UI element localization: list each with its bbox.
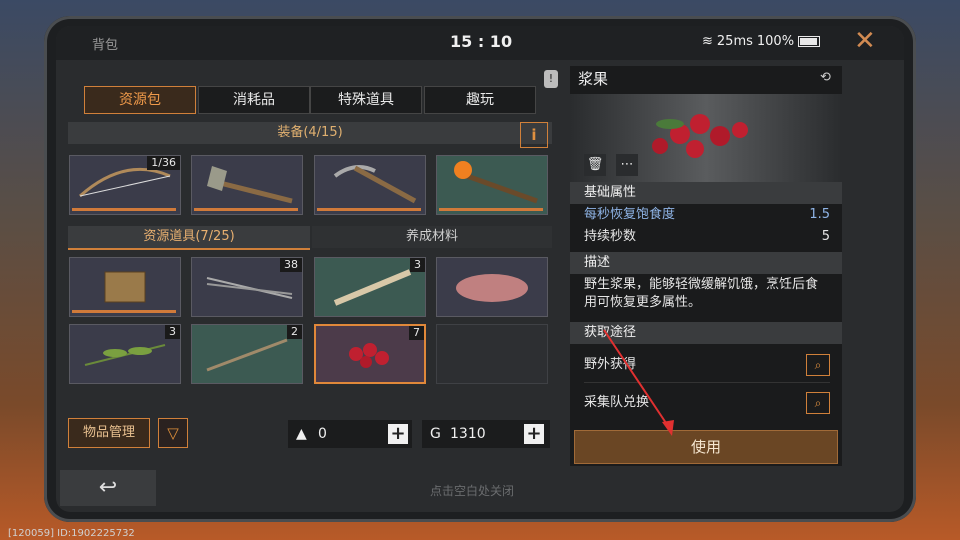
share-icon[interactable]: ⟲ — [820, 70, 831, 85]
item-count: 2 — [287, 325, 302, 339]
footer-id: [120059] ID:1902225732 — [8, 528, 135, 539]
slot-berries[interactable]: 7 — [314, 324, 426, 384]
slot-empty[interactable] — [436, 324, 548, 384]
ping-text: 25ms — [716, 34, 753, 49]
lock-icon[interactable]: ! — [544, 70, 558, 88]
torch-icon — [454, 161, 538, 204]
slot-bow[interactable]: 1/36 — [69, 155, 181, 215]
attribute-row: 持续秒数 5 — [584, 226, 830, 248]
durability-bar — [439, 208, 543, 211]
subtab-materials[interactable]: 养成材料 — [312, 226, 552, 248]
currency-1: ▲ 0 + — [288, 420, 412, 448]
subtab-resource-items[interactable]: 资源道具(7/25) — [68, 226, 310, 250]
more-icon[interactable]: ⋯ — [616, 154, 638, 176]
item-count: 7 — [409, 326, 424, 340]
search-source-icon[interactable]: ⌕ — [806, 354, 830, 376]
attr1-label: 每秒恢复饱食度 — [584, 207, 676, 222]
slot-branch[interactable]: 2 — [191, 324, 303, 384]
status-indicators: ≋ 25ms 100% — [702, 34, 821, 49]
tab-resources[interactable]: 资源包 — [84, 86, 196, 114]
slot-torch[interactable] — [436, 155, 548, 215]
slot-meat[interactable] — [436, 257, 548, 317]
item-title: 浆果 — [578, 70, 609, 88]
item-count: 3 — [165, 325, 180, 339]
status-bar: 背包 15 : 10 ≋ 25ms 100% ✕ — [56, 26, 904, 60]
screen-title: 背包 — [92, 38, 119, 53]
item-image — [570, 94, 842, 182]
attribute-row: 每秒恢复饱食度 1.5 — [584, 204, 830, 226]
bone-icon — [333, 269, 412, 306]
search-source-icon[interactable]: ⌕ — [806, 392, 830, 414]
pickaxe-icon — [333, 165, 417, 204]
coin-icon: G — [430, 426, 441, 442]
clock: 15 : 10 — [450, 32, 513, 51]
durability-bar — [194, 208, 298, 211]
item-count: 3 — [410, 258, 425, 272]
add-currency-2-button[interactable]: + — [524, 424, 544, 444]
attr2-value: 5 — [821, 229, 830, 244]
description-header: 描述 — [570, 252, 842, 274]
equipment-header: 装备(4/15) — [68, 122, 552, 144]
filter-icon[interactable]: ▽ — [158, 418, 188, 448]
axe-icon — [207, 166, 293, 204]
leaves-icon — [84, 344, 166, 366]
battery-icon — [798, 36, 821, 47]
item-count: 1/36 — [147, 156, 180, 170]
battery-text: 100% — [756, 34, 795, 49]
slot-arrows[interactable]: 38 — [191, 257, 303, 317]
inventory-screen: 背包 15 : 10 ≋ 25ms 100% ✕ 资源包 消耗品 特殊道具 趣玩… — [56, 26, 904, 512]
tab-fun[interactable]: 趣玩 — [424, 86, 536, 114]
close-hint: 点击空白处关闭 — [430, 484, 515, 498]
attr1-value: 1.5 — [809, 207, 830, 222]
durability-bar — [317, 208, 421, 211]
close-icon[interactable]: ✕ — [854, 26, 876, 56]
slot-chest[interactable] — [69, 257, 181, 317]
tab-special-items[interactable]: 特殊道具 — [310, 86, 422, 114]
slot-pickaxe[interactable] — [314, 155, 426, 215]
back-button[interactable]: ↩ — [60, 470, 156, 506]
chest-icon — [104, 271, 146, 303]
currency-1-value: 0 — [318, 426, 327, 442]
durability-bar — [72, 208, 176, 211]
meat-icon — [456, 274, 528, 302]
arrow-annotation — [603, 329, 674, 436]
wifi-icon: ≋ — [702, 34, 713, 49]
add-currency-1-button[interactable]: + — [388, 424, 408, 444]
item-management-button[interactable]: 物品管理 — [68, 418, 150, 448]
attr2-label: 持续秒数 — [584, 229, 637, 244]
currency-2: G 1310 + — [422, 420, 550, 448]
description-text: 野生浆果，能够轻微缓解饥饿，烹饪后食用可恢复更多属性。 — [584, 277, 819, 310]
item-count: 38 — [280, 258, 302, 272]
durability-bar — [72, 310, 176, 313]
branch-icon — [206, 338, 288, 372]
slot-bone[interactable]: 3 — [314, 257, 426, 317]
slot-axe[interactable] — [191, 155, 303, 215]
info-button[interactable]: i — [520, 122, 548, 148]
berries-large-icon — [652, 114, 748, 158]
attributes-header: 基础属性 — [570, 182, 842, 204]
trash-icon[interactable]: 🗑 — [584, 154, 606, 176]
currency-2-value: 1310 — [450, 426, 486, 442]
berries-icon — [349, 343, 389, 368]
item-detail-panel: 浆果 ⟲ 🗑 ⋯ 基础属性 每秒恢复饱食度 1.5 持续秒数 5 描述 野生浆果… — [570, 66, 842, 466]
slot-leaves[interactable]: 3 — [69, 324, 181, 384]
currency-1-icon: ▲ — [296, 426, 307, 442]
tab-consumables[interactable]: 消耗品 — [198, 86, 310, 114]
